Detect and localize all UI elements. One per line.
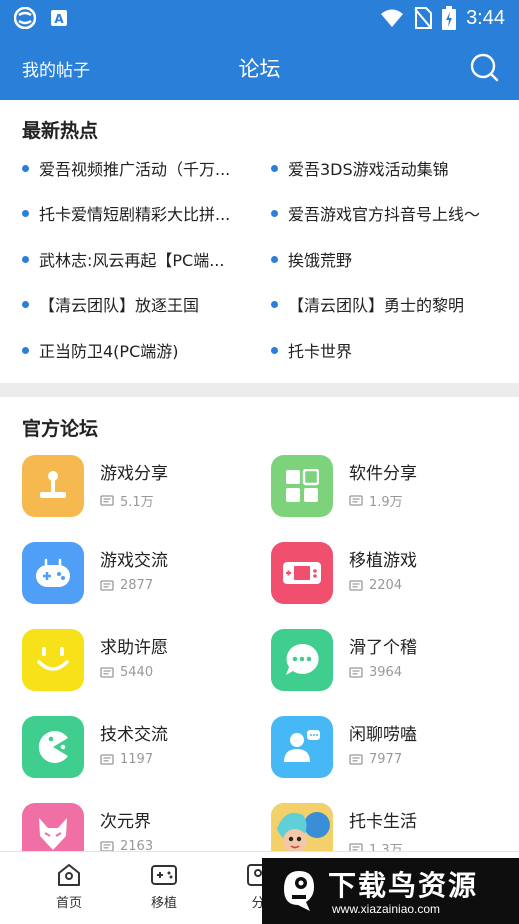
forum-icon-tile [271,455,333,517]
wifi-icon [381,9,404,27]
hot-item[interactable]: 托卡世界 [271,338,511,362]
forum-name: 闲聊唠嗑 [349,725,417,745]
forum-icon-tile [22,716,84,778]
status-bar: A 3:44 [0,0,519,36]
handheld-console-icon [283,562,321,584]
post-count: 1.9万 [349,491,403,510]
forum-item-software-share[interactable]: 软件分享 1.9万 [271,455,501,519]
post-count-icon [100,494,114,506]
hot-item[interactable]: 托卡爱情短剧精彩大比拼... [22,201,247,225]
hot-item[interactable]: 【清云团队】勇士的黎明 [271,292,511,316]
post-count-icon [100,666,114,678]
forum-name: 次元界 [100,812,151,832]
forum-name: 游戏分享 [100,464,168,484]
joystick-icon [40,471,66,498]
bird-logo-icon [284,871,314,911]
bullet-dot [22,164,29,172]
hot-section-title: 最新热点 [22,120,99,142]
bullet-dot [271,346,278,354]
notification-a-icon: A [51,10,67,26]
forum-name: 移植游戏 [349,551,417,571]
section-divider [0,383,519,397]
post-count: 1197 [100,752,153,767]
forum-item-funny[interactable]: 滑了个稽 3964 [271,629,501,693]
app-logo-icon [14,7,36,29]
watermark-title: 下载鸟资源 [328,869,479,902]
forum-item-game-chat[interactable]: 游戏交流 2877 [22,542,252,606]
bullet-dot [271,209,278,217]
post-count: 7977 [349,752,402,767]
gamepad-icon [151,865,177,885]
forum-item-help-wish[interactable]: 求助许愿 5440 [22,629,252,693]
no-sim-icon [414,7,433,29]
top-app-bar: 我的帖子 论坛 [0,36,519,100]
post-count: 3964 [349,665,402,680]
nav-label: 移植 [150,896,177,911]
user-chat-icon [284,730,320,762]
page-title: 论坛 [238,57,281,81]
hot-item[interactable]: 爱吾3DS游戏活动集锦 [271,156,511,180]
forum-name: 求助许愿 [100,638,168,658]
post-count-icon [349,494,363,506]
forum-icon-tile [271,629,333,691]
nav-label: 首页 [55,896,82,911]
forum-icon-tile [22,542,84,604]
watermark-url: www.xiazainiao.com [332,902,441,916]
post-count-icon [349,753,363,765]
post-count-icon [100,753,114,765]
forum-name: 技术交流 [100,725,168,745]
forum-name: 游戏交流 [100,551,168,571]
post-count-icon [100,579,114,591]
forum-item-ported-games[interactable]: 移植游戏 2204 [271,542,501,606]
battery-charging-icon [442,6,457,30]
smile-icon [37,647,69,671]
hot-item[interactable]: 挨饿荒野 [271,247,511,271]
bullet-dot [22,300,29,308]
hot-item[interactable]: 爱吾视频推广活动（千万... [22,156,247,180]
forum-icon-tile [22,455,84,517]
forum-name: 软件分享 [349,464,417,484]
watermark-banner: 下载鸟资源 www.xiazainiao.com [262,858,519,924]
bullet-dot [271,164,278,172]
post-count-icon [349,666,363,678]
forum-icon-tile [271,716,333,778]
forum-item-tech-chat[interactable]: 技术交流 1197 [22,716,252,780]
forum-icon-tile [271,542,333,604]
svg-text:A: A [54,12,64,26]
search-icon[interactable] [469,52,499,82]
forum-name: 托卡生活 [349,812,417,832]
nav-home[interactable]: 首页 [39,862,99,911]
home-icon [58,864,80,886]
post-count: 2877 [100,578,153,593]
forum-icon-tile [22,629,84,691]
hot-item[interactable]: 正当防卫4(PC端游) [22,338,247,362]
pacman-icon [38,731,68,763]
chat-bubble-icon [286,643,319,675]
hot-item[interactable]: 爱吾游戏官方抖音号上线～ [271,201,511,225]
bullet-dot [22,255,29,263]
clock: 3:44 [466,6,505,29]
official-section-title: 官方论坛 [22,418,99,440]
bullet-dot [22,346,29,354]
bullet-dot [22,209,29,217]
forum-name: 滑了个稽 [349,638,417,658]
bullet-dot [271,255,278,263]
post-count: 5440 [100,665,153,680]
apps-grid-icon [286,469,319,502]
post-count: 2204 [349,578,402,593]
gamepad-icon [36,558,70,587]
post-count: 5.1万 [100,491,154,510]
fox-mask-icon [39,818,67,850]
forum-item-game-share[interactable]: 游戏分享 5.1万 [22,455,252,519]
hot-item[interactable]: 【清云团队】放逐王国 [22,292,247,316]
bullet-dot [271,300,278,308]
hot-item[interactable]: 武林志:风云再起【PC端... [22,247,247,271]
post-count-icon [349,579,363,591]
nav-ported[interactable]: 移植 [134,862,194,911]
forum-item-casual-chat[interactable]: 闲聊唠嗑 7977 [271,716,501,780]
